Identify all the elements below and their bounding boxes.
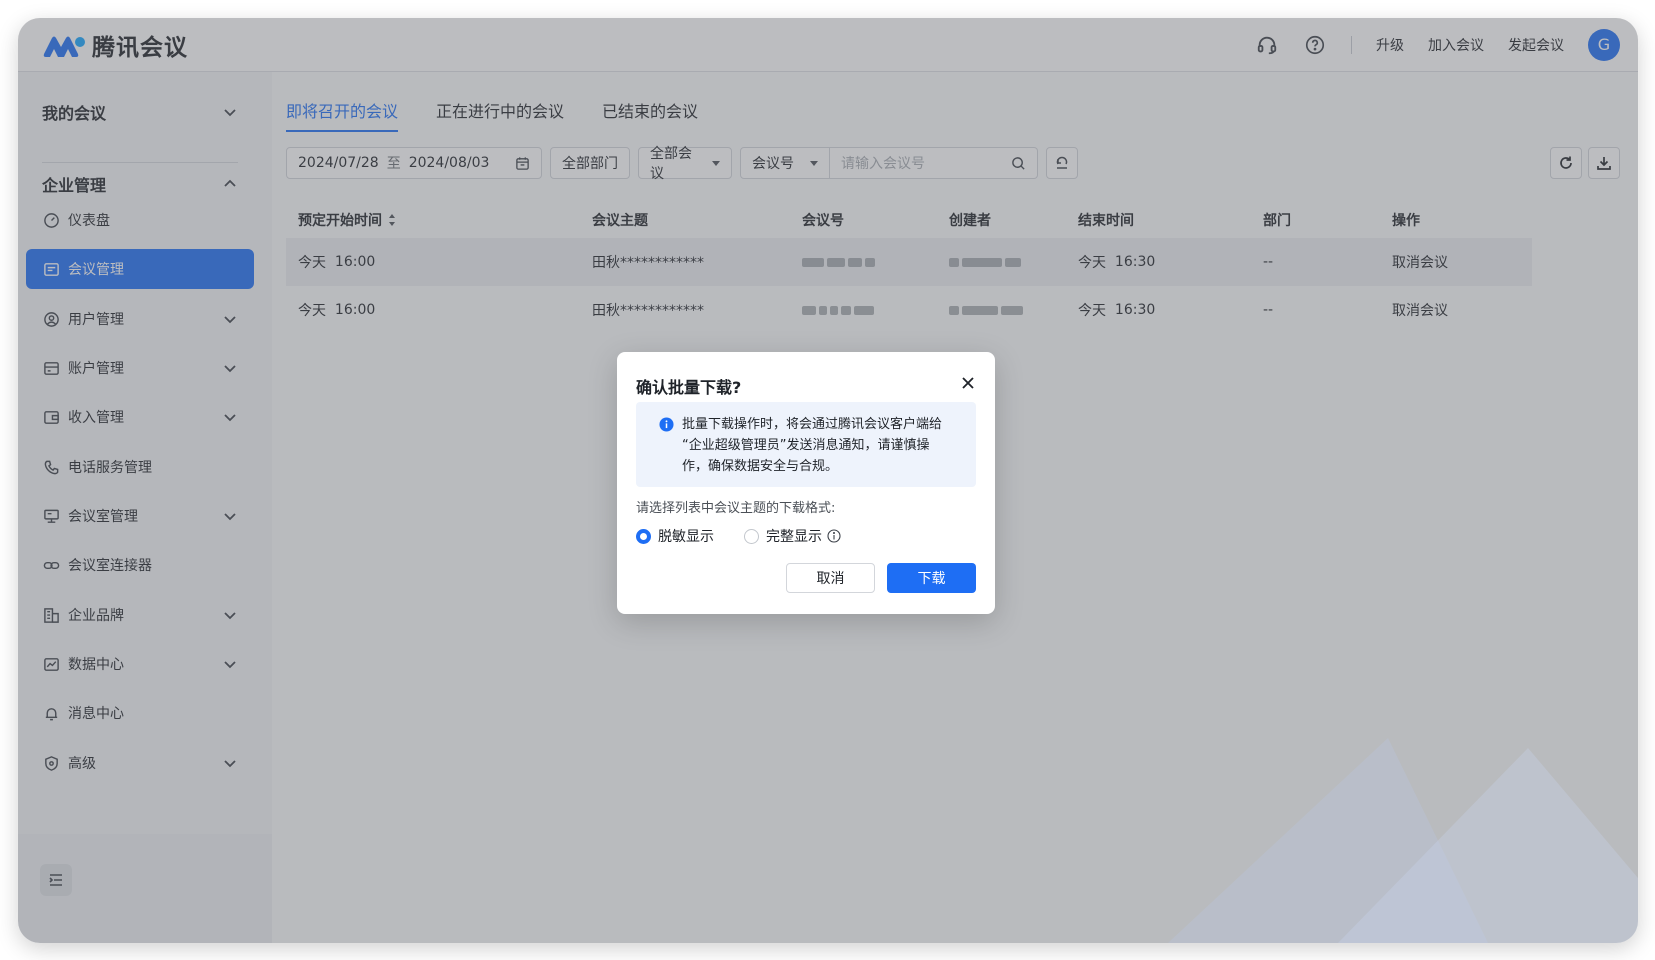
notice-text-line: 作，确保数据安全与合规。 bbox=[682, 459, 839, 474]
notice-box: 批量下载操作时，将会通过腾讯会议客户端给 “企业超级管理员”发送消息通知，请谨慎… bbox=[636, 402, 976, 487]
info-outline-icon[interactable] bbox=[827, 529, 841, 543]
download-confirm-button[interactable]: 下载 bbox=[887, 563, 976, 593]
radio-full[interactable]: 完整显示 bbox=[744, 526, 841, 546]
cancel-button[interactable]: 取消 bbox=[786, 563, 875, 593]
format-radio-group: 脱敏显示 完整显示 bbox=[636, 526, 871, 546]
radio-masked[interactable]: 脱敏显示 bbox=[636, 526, 714, 546]
app-window: 腾讯会议 升级 加入会议 发起会议 G 我的会议 企业管理 仪表盘 会议管理 用户管… bbox=[18, 18, 1638, 943]
radio-label: 脱敏显示 bbox=[658, 529, 714, 545]
notice-text-line: “企业超级管理员”发送消息通知，请谨慎操 bbox=[682, 438, 930, 453]
radio-dot bbox=[744, 528, 759, 544]
format-label: 请选择列表中会议主题的下载格式: bbox=[636, 501, 836, 516]
info-icon bbox=[659, 417, 674, 432]
radio-dot bbox=[636, 528, 651, 544]
radio-label: 完整显示 bbox=[766, 529, 822, 545]
notice-text-line: 批量下载操作时，将会通过腾讯会议客户端给 bbox=[682, 417, 943, 432]
close-icon[interactable] bbox=[959, 374, 977, 392]
dialog-title: 确认批量下载? bbox=[636, 378, 742, 397]
batch-download-dialog: 确认批量下载? 批量下载操作时，将会通过腾讯会议客户端给 “企业超级管理员”发送… bbox=[617, 352, 995, 614]
